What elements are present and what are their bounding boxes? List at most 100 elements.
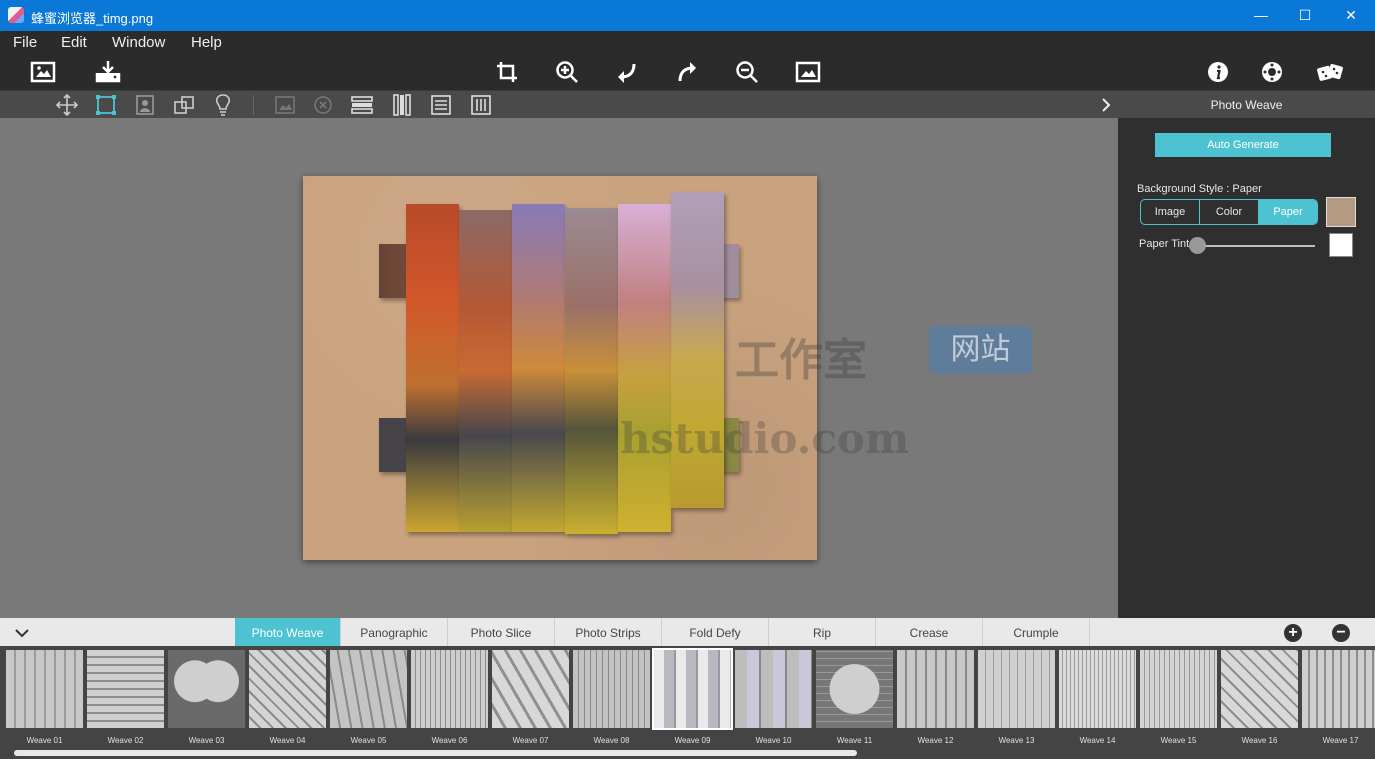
preset-thumbnail-label: Weave 14 <box>1079 736 1116 745</box>
add-preset-icon[interactable]: + <box>1284 624 1302 642</box>
menu-help[interactable]: Help <box>191 34 222 51</box>
preset-thumbnail[interactable] <box>735 650 812 728</box>
tools-toolbar <box>0 90 1118 118</box>
style-option-color[interactable]: Color <box>1200 200 1259 224</box>
menu-window[interactable]: Window <box>112 34 165 51</box>
title-bar: 蜂蜜浏览器_timg.png — ☐ ✕ <box>0 0 1375 31</box>
app-window: 蜂蜜浏览器_timg.png — ☐ ✕ File Edit Window He… <box>0 0 1375 759</box>
preset-thumbnail[interactable] <box>330 650 407 728</box>
preset-thumbnail-label: Weave 10 <box>755 736 792 745</box>
watermark-url: hstudio.com <box>620 414 910 463</box>
open-image-icon[interactable] <box>29 59 57 85</box>
properties-panel: Auto Generate Background Style : Paper I… <box>1118 118 1375 618</box>
collapse-panel-chevron-icon[interactable] <box>1094 93 1118 117</box>
portrait-icon[interactable] <box>133 93 157 117</box>
remove-preset-icon[interactable]: − <box>1332 624 1350 642</box>
preset-thumbnail[interactable] <box>1302 650 1375 728</box>
preset-thumbnail-label: Weave 05 <box>350 736 387 745</box>
preset-thumbnail-label: Weave 15 <box>1160 736 1197 745</box>
auto-generate-button[interactable]: Auto Generate <box>1155 133 1331 157</box>
preset-thumbnail-label: Weave 13 <box>998 736 1035 745</box>
preset-thumbnail-label: Weave 02 <box>107 736 144 745</box>
tab-photo-strips[interactable]: Photo Strips <box>555 618 662 646</box>
horizontal-lines-icon[interactable] <box>429 93 453 117</box>
preset-thumbnail[interactable] <box>573 650 650 728</box>
rotate-right-icon[interactable] <box>673 59 701 85</box>
preset-thumbnail[interactable] <box>1221 650 1298 728</box>
move-icon[interactable] <box>55 93 79 117</box>
close-button[interactable]: ✕ <box>1328 0 1374 31</box>
preset-thumbnail[interactable] <box>411 650 488 728</box>
preset-thumbnail[interactable] <box>492 650 569 728</box>
watermark-text: 工作室 <box>735 335 867 386</box>
tab-photo-slice[interactable]: Photo Slice <box>448 618 555 646</box>
remove-image-icon[interactable] <box>311 93 335 117</box>
paper-tint-slider-handle[interactable] <box>1189 237 1206 254</box>
watermark-badge: 网站 <box>929 326 1032 374</box>
preset-thumbnail-strip: Weave 01 Weave 02 Weave 03 Weave 04 Weave 05… <box>0 646 1375 759</box>
vertical-strip-icon[interactable] <box>390 93 414 117</box>
transform-icon[interactable] <box>172 93 196 117</box>
preset-thumbnail-label: Weave 03 <box>188 736 225 745</box>
preset-thumbnail-label: Weave 11 <box>836 736 873 745</box>
select-region-icon[interactable] <box>94 93 118 117</box>
tint-color-swatch[interactable] <box>1329 233 1353 257</box>
preset-thumbnail-label: Weave 04 <box>269 736 306 745</box>
panel-title: Photo Weave <box>1118 90 1375 118</box>
thumbnail-scrollbar[interactable] <box>14 750 857 756</box>
collapse-strip-chevron-icon[interactable] <box>12 623 32 643</box>
tab-panographic[interactable]: Panographic <box>341 618 448 646</box>
rotate-left-icon[interactable] <box>613 59 641 85</box>
fit-image-icon[interactable] <box>794 59 822 85</box>
maximize-button[interactable]: ☐ <box>1282 0 1328 31</box>
preset-thumbnail-label: Weave 09 <box>674 736 711 745</box>
preset-thumbnail-label: Weave 06 <box>431 736 468 745</box>
preset-thumbnail[interactable] <box>816 650 893 728</box>
paper-swatch[interactable] <box>1326 197 1356 227</box>
info-icon[interactable] <box>1204 59 1232 85</box>
preset-thumbnail[interactable] <box>1059 650 1136 728</box>
minimize-button[interactable]: — <box>1238 0 1284 31</box>
vertical-lines-icon[interactable] <box>469 93 493 117</box>
menu-file[interactable]: File <box>13 34 37 51</box>
zoom-in-icon[interactable] <box>553 59 581 85</box>
photo-weave-preview <box>379 192 739 538</box>
settings-icon[interactable] <box>1258 59 1286 85</box>
toolbar-divider <box>253 95 254 115</box>
menu-edit[interactable]: Edit <box>61 34 87 51</box>
zoom-out-icon[interactable] <box>733 59 761 85</box>
style-option-image[interactable]: Image <box>1141 200 1200 224</box>
main-toolbar <box>0 55 1375 90</box>
window-title: 蜂蜜浏览器_timg.png <box>31 11 154 26</box>
preset-thumbnail[interactable] <box>168 650 245 728</box>
preset-thumbnail[interactable] <box>87 650 164 728</box>
tab-crumple[interactable]: Crumple <box>983 618 1090 646</box>
tab-crease[interactable]: Crease <box>876 618 983 646</box>
preset-thumbnail[interactable] <box>6 650 83 728</box>
random-dice-icon[interactable] <box>1316 59 1344 85</box>
preset-thumbnail-label: Weave 17 <box>1322 736 1359 745</box>
style-option-paper[interactable]: Paper <box>1259 200 1317 224</box>
tab-rip[interactable]: Rip <box>769 618 876 646</box>
preset-thumbnail[interactable] <box>978 650 1055 728</box>
app-icon <box>8 7 24 23</box>
paper-tint-slider-track[interactable] <box>1198 245 1315 247</box>
editing-canvas[interactable]: 工作室 网站 hstudio.com <box>0 118 1118 618</box>
lightbulb-icon[interactable] <box>211 93 235 117</box>
preset-thumbnail[interactable] <box>249 650 326 728</box>
preset-thumbnail-label: Weave 07 <box>512 736 549 745</box>
preset-thumbnail[interactable] <box>652 648 733 730</box>
preset-thumbnail-label: Weave 01 <box>26 736 63 745</box>
preset-thumbnail-label: Weave 12 <box>917 736 954 745</box>
horizontal-strip-icon[interactable] <box>350 93 374 117</box>
preset-thumbnail-label: Weave 16 <box>1241 736 1278 745</box>
background-style-selector: Image Color Paper <box>1140 199 1318 225</box>
tab-photo-weave[interactable]: Photo Weave <box>235 618 341 646</box>
add-image-icon[interactable] <box>273 93 297 117</box>
crop-icon[interactable] <box>493 59 521 85</box>
tab-fold-defy[interactable]: Fold Defy <box>662 618 769 646</box>
paper-tint-label: Paper Tint <box>1139 238 1190 250</box>
preset-thumbnail[interactable] <box>1140 650 1217 728</box>
save-icon[interactable] <box>94 59 122 85</box>
preset-thumbnail[interactable] <box>897 650 974 728</box>
